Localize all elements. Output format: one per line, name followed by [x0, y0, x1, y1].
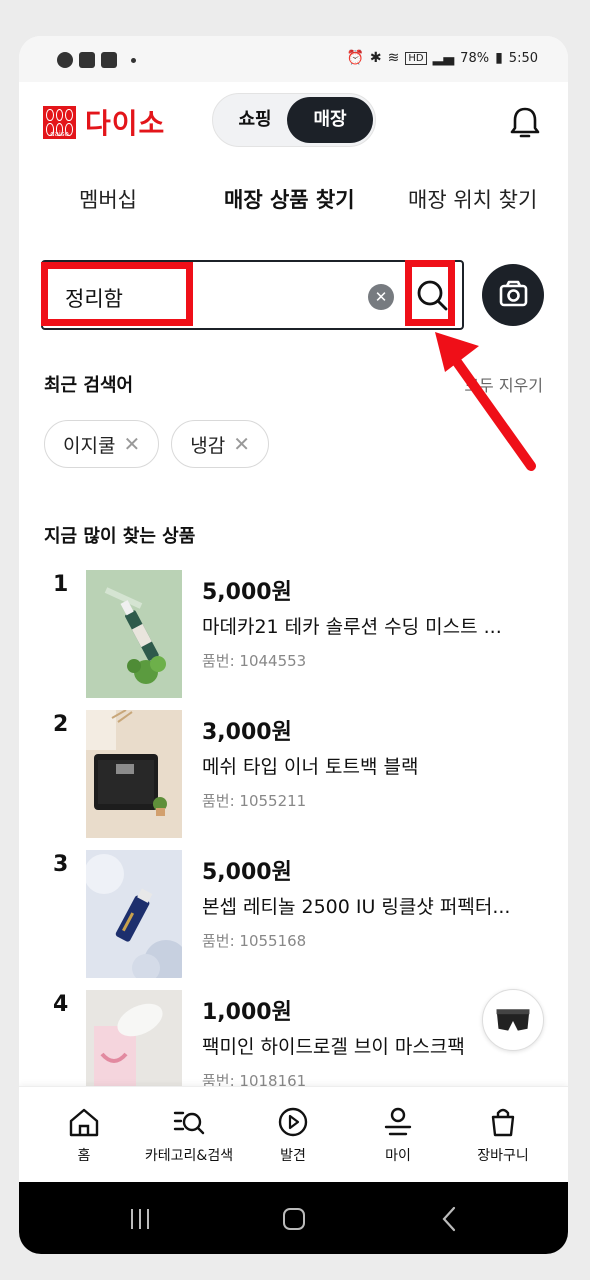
nav-label: 장바구니 [477, 1148, 529, 1164]
product-rank: 3 [53, 852, 69, 877]
chip-label: 냉감 [190, 434, 226, 457]
back-icon[interactable] [437, 1206, 463, 1232]
tab-find-store-location[interactable]: 매장 위치 찾기 [408, 184, 537, 214]
recent-apps-icon[interactable] [127, 1206, 153, 1232]
play-icon [278, 1107, 308, 1137]
app-header: daiso 다이소 쇼핑 매장 [19, 82, 568, 172]
clear-search-icon[interactable]: ✕ [368, 284, 394, 310]
product-price: 5,000원 [202, 860, 292, 885]
recent-search-chips: 이지쿨 ✕ 냉감 ✕ [44, 420, 269, 468]
product-price: 5,000원 [202, 580, 292, 605]
toggle-shopping[interactable]: 쇼핑 [213, 94, 297, 146]
notification-dot-icon [131, 57, 136, 63]
product-price: 1,000원 [202, 1000, 292, 1025]
product-code: 품번: 1055211 [202, 792, 307, 810]
recent-searches-title: 최근 검색어 [44, 375, 134, 396]
remove-chip-icon[interactable]: ✕ [123, 432, 140, 456]
product-item[interactable]: 2 3,000원 메쉬 타입 이너 토트백 블랙 품번: 1055211 [19, 710, 568, 840]
bluetooth-icon: ✱ [369, 50, 382, 66]
home-button-icon[interactable] [281, 1206, 307, 1232]
shopping-bag-icon [491, 1108, 515, 1137]
product-price: 3,000원 [202, 720, 292, 745]
daiso-logo-mark: daiso [43, 105, 76, 139]
product-rank: 1 [53, 572, 69, 597]
tab-find-store-product[interactable]: 매장 상품 찾기 [224, 184, 355, 214]
app-icon [79, 52, 95, 68]
product-rank: 4 [53, 992, 69, 1017]
search-button-highlight-box [405, 260, 455, 326]
chip-label: 이지쿨 [63, 434, 116, 457]
nav-label: 발견 [280, 1148, 306, 1164]
tab-membership[interactable]: 멤버십 [79, 184, 137, 214]
product-name: 마데카21 테카 솔루션 수딩 미스트 ... [202, 616, 502, 638]
product-code: 품번: 1044553 [202, 652, 307, 670]
sub-tabs: 멤버십 매장 상품 찾기 매장 위치 찾기 [19, 172, 568, 232]
image-icon [101, 52, 117, 68]
nav-category-search[interactable]: 카테고리&검색 [134, 1107, 244, 1165]
nav-label: 마이 [385, 1148, 411, 1164]
nav-label: 홈 [77, 1148, 91, 1164]
wifi-icon: ≋ [387, 50, 400, 66]
system-navigation-bar [19, 1182, 568, 1254]
alarm-icon: ⏰ [346, 50, 364, 66]
status-bar: ⏰ ✱ ≋ HD ▂▄ 78% ▮ 5:50 [19, 36, 568, 82]
bottom-navigation: 홈 카테고리&검색 발견 마이 장바구니 [19, 1086, 568, 1182]
product-code: 품번: 1055168 [202, 932, 307, 950]
battery-level: 78% [460, 50, 490, 66]
camera-icon [499, 280, 528, 307]
popular-products-title: 지금 많이 찾는 상품 [44, 526, 196, 547]
red-arrow-annotation [435, 332, 536, 471]
product-image-retinol[interactable] [86, 850, 182, 978]
product-image-tote[interactable] [86, 710, 182, 838]
signal-icon: ▂▄ [432, 50, 455, 66]
person-icon [384, 1107, 412, 1136]
battery-icon: ▮ [495, 50, 503, 66]
search-row: 정리함 ✕ [41, 260, 546, 330]
product-image-mask-pack[interactable] [86, 990, 182, 1086]
underwear-product-thumbnail [496, 1009, 530, 1031]
hd-badge: HD [405, 51, 427, 65]
product-rank: 2 [53, 712, 69, 737]
nav-label: 카테고리&검색 [144, 1148, 234, 1164]
bell-icon[interactable] [510, 106, 540, 140]
product-name: 팩미인 하이드로겔 브이 마스크팩 [202, 1036, 465, 1058]
daiso-logo[interactable]: daiso 다이소 [43, 102, 165, 142]
logo-text: 다이소 [85, 107, 166, 140]
shop-store-toggle: 쇼핑 매장 [212, 93, 376, 147]
remove-chip-icon[interactable]: ✕ [233, 432, 250, 456]
product-image-mist[interactable] [86, 570, 182, 698]
recent-search-chip[interactable]: 이지쿨 ✕ [44, 420, 160, 468]
floating-recent-item-button[interactable] [482, 989, 544, 1051]
nav-discover[interactable]: 발견 [238, 1107, 348, 1165]
phone-screen: ⏰ ✱ ≋ HD ▂▄ 78% ▮ 5:50 daiso 다이소 쇼핑 매장 멤… [19, 36, 568, 1254]
home-icon [69, 1108, 99, 1137]
recent-search-chip[interactable]: 냉감 ✕ [171, 420, 269, 468]
kakaotalk-icon [57, 52, 73, 68]
nav-home[interactable]: 홈 [29, 1107, 139, 1165]
product-name: 본셉 레티놀 2500 IU 링클샷 퍼펙터... [202, 896, 511, 918]
nav-my[interactable]: 마이 [343, 1107, 453, 1165]
product-name: 메쉬 타입 이너 토트백 블랙 [202, 756, 419, 778]
camera-search-button[interactable] [482, 264, 544, 326]
nav-cart[interactable]: 장바구니 [448, 1107, 558, 1165]
category-search-icon [173, 1111, 205, 1135]
product-item[interactable]: 3 5,000원 본셉 레티놀 2500 IU 링클샷 퍼펙터... 품번: 1… [19, 850, 568, 980]
product-item[interactable]: 1 5,000원 마데카21 테카 솔루션 수딩 미스트 ... 품번: 104… [19, 570, 568, 700]
logo-sub-text: daiso [50, 129, 69, 138]
toggle-store[interactable]: 매장 [287, 97, 373, 143]
clock: 5:50 [508, 50, 538, 66]
query-highlight-box [41, 262, 193, 326]
